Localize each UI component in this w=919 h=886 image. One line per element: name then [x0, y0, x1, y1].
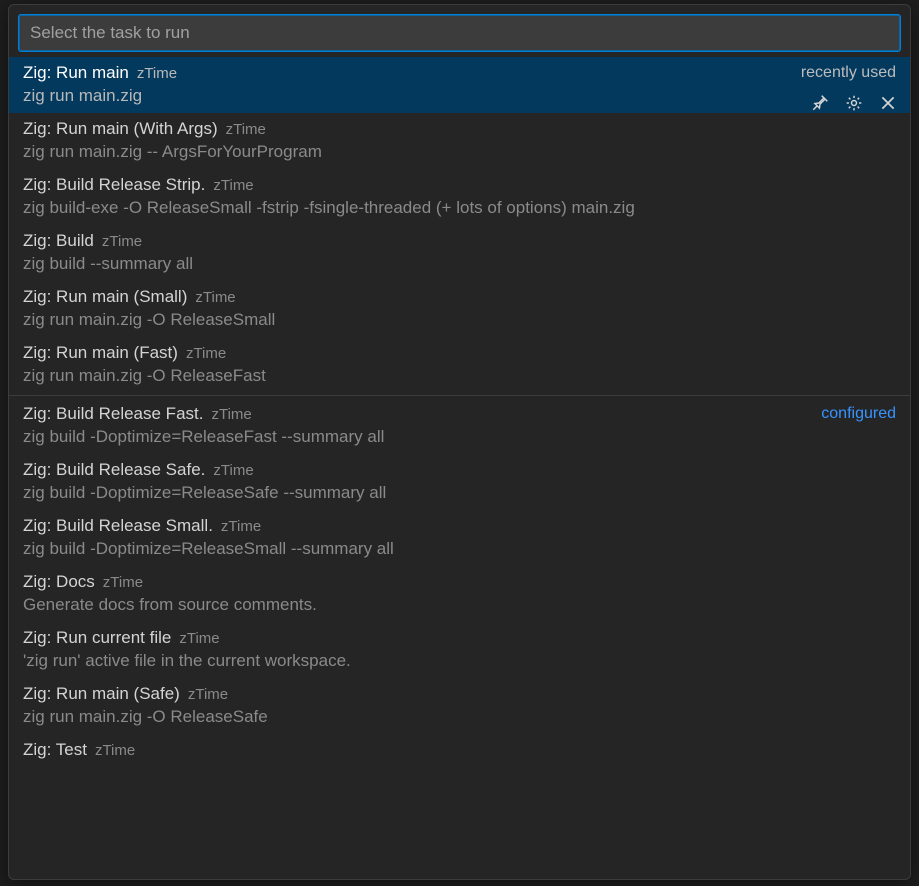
task-item[interactable]: Zig: Run main (Fast) zTime zig run main.zi… — [9, 337, 910, 393]
task-source: zTime — [226, 121, 266, 138]
task-description: zig run main.zig -O ReleaseFast — [23, 366, 896, 386]
task-description: zig run main.zig -O ReleaseSmall — [23, 310, 896, 330]
task-item[interactable]: Zig: Build Release Small. zTime zig build … — [9, 510, 910, 566]
task-search-input[interactable] — [19, 15, 900, 51]
task-list: Zig: Run main zTime zig run main.zig recent… — [9, 57, 910, 879]
task-description: zig run main.zig — [23, 86, 896, 106]
task-description: zig build --summary all — [23, 254, 896, 274]
task-title: Zig: Run current file — [23, 628, 171, 648]
task-title: Zig: Docs — [23, 572, 95, 592]
task-source: zTime — [188, 686, 228, 703]
task-source: zTime — [95, 742, 135, 759]
task-title: Zig: Run main (With Args) — [23, 119, 218, 139]
group-separator — [9, 395, 910, 396]
task-description: Generate docs from source comments. — [23, 595, 896, 615]
task-description: zig run main.zig -O ReleaseSafe — [23, 707, 896, 727]
task-description: zig build -Doptimize=ReleaseSafe --summa… — [23, 483, 896, 503]
task-item[interactable]: Zig: Build zTime zig build --summary all — [9, 225, 910, 281]
recently-used-badge: recently used — [801, 64, 896, 82]
task-item[interactable]: Zig: Run main zTime zig run main.zig recent… — [9, 57, 910, 113]
task-description: zig build -Doptimize=ReleaseSmall --summ… — [23, 539, 896, 559]
task-title: Zig: Test — [23, 740, 87, 760]
task-source: zTime — [103, 574, 143, 591]
pin-icon[interactable] — [808, 91, 832, 115]
task-source: zTime — [221, 518, 261, 535]
task-item[interactable]: Zig: Run main (Safe) zTime zig run main.zi… — [9, 678, 910, 734]
task-source: zTime — [179, 630, 219, 647]
task-actions — [808, 91, 900, 115]
task-title: Zig: Build Release Strip. — [23, 175, 205, 195]
task-item[interactable]: Zig: Build Release Strip. zTime zig build-… — [9, 169, 910, 225]
task-description: zig build-exe -O ReleaseSmall -fstrip -f… — [23, 198, 896, 218]
gear-icon[interactable] — [842, 91, 866, 115]
task-title: Zig: Build — [23, 231, 94, 251]
task-item[interactable]: Zig: Build Release Fast. zTime zig build -… — [9, 398, 910, 454]
task-source: zTime — [195, 289, 235, 306]
task-title: Zig: Run main (Fast) — [23, 343, 178, 363]
task-title: Zig: Run main (Small) — [23, 287, 187, 307]
task-title: Zig: Build Release Safe. — [23, 460, 205, 480]
task-item[interactable]: Zig: Build Release Safe. zTime zig build -… — [9, 454, 910, 510]
close-icon[interactable] — [876, 91, 900, 115]
task-source: zTime — [102, 233, 142, 250]
task-item[interactable]: Zig: Docs zTime Generate docs from source … — [9, 566, 910, 622]
task-description: zig build -Doptimize=ReleaseFast --summa… — [23, 427, 896, 447]
task-source: zTime — [186, 345, 226, 362]
task-source: zTime — [213, 462, 253, 479]
task-title: Zig: Run main — [23, 63, 129, 83]
task-description: zig run main.zig -- ArgsForYourProgram — [23, 142, 896, 162]
task-source: zTime — [211, 406, 251, 423]
search-container — [9, 5, 910, 57]
task-source: zTime — [213, 177, 253, 194]
task-item[interactable]: Zig: Run main (With Args) zTime zig run ma… — [9, 113, 910, 169]
task-source: zTime — [137, 65, 177, 82]
configured-badge: configured — [821, 405, 896, 423]
task-title: Zig: Build Release Small. — [23, 516, 213, 536]
task-item[interactable]: Zig: Run main (Small) zTime zig run main.z… — [9, 281, 910, 337]
quick-pick-panel: Zig: Run main zTime zig run main.zig recent… — [8, 4, 911, 880]
task-title: Zig: Run main (Safe) — [23, 684, 180, 704]
task-item[interactable]: Zig: Test zTime — [9, 734, 910, 770]
task-title: Zig: Build Release Fast. — [23, 404, 203, 424]
task-item[interactable]: Zig: Run current file zTime 'zig run' acti… — [9, 622, 910, 678]
task-description: 'zig run' active file in the current wor… — [23, 651, 896, 671]
